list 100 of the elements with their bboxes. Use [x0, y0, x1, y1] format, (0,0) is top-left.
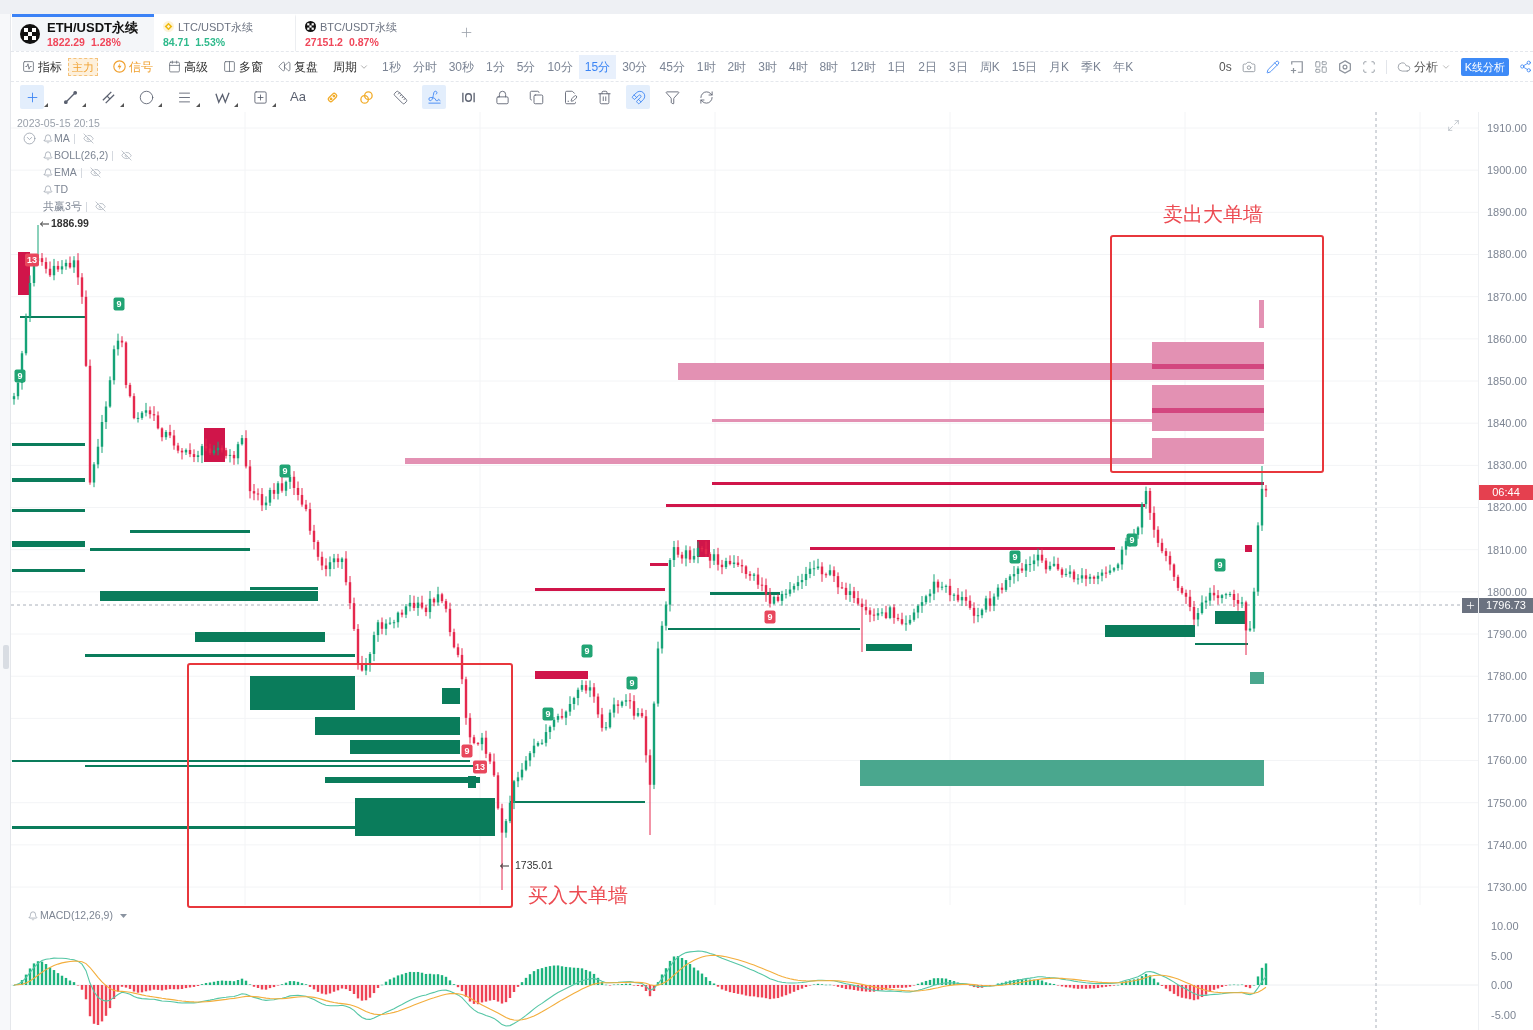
symbol-tab[interactable]: BTC/USDT永续 27151.2 0.87% [297, 14, 438, 51]
eye-off-icon[interactable] [121, 150, 133, 161]
high-price-label: 1886.99 [51, 217, 89, 230]
interval-tab[interactable]: 1日 [881, 54, 913, 79]
symbol-tab[interactable]: LTC/USDT永续 84.71 1.53% [155, 14, 296, 51]
interval-tab[interactable]: 2时 [721, 54, 753, 79]
macd-axis-label: 10.00 [1491, 920, 1520, 932]
indicator-name[interactable]: TD [54, 183, 68, 196]
camera-icon[interactable] [1241, 59, 1256, 74]
price-axis-label: 1830.00 [1487, 459, 1528, 472]
corner-triangle-icon[interactable] [196, 103, 200, 107]
settings-icon[interactable] [1337, 59, 1352, 74]
copy-icon [528, 89, 544, 105]
interval-tab[interactable]: 15日 [1005, 54, 1044, 79]
interval-tab[interactable]: 4时 [782, 54, 814, 79]
price-axis-label: 1890.00 [1487, 206, 1528, 219]
interval-tab[interactable]: 周K [973, 54, 1006, 79]
interval-tab[interactable]: 1秒 [376, 54, 407, 79]
plus-icon [1464, 600, 1476, 611]
interval-tab[interactable]: 1时 [690, 54, 722, 79]
interval-tab[interactable]: 3日 [943, 54, 974, 79]
low-price-label: 1735.01 [515, 859, 553, 872]
collapse-toggle-icon[interactable] [23, 132, 36, 145]
plus-icon [458, 25, 474, 40]
interval-tab[interactable]: 2日 [912, 54, 944, 79]
expand-icon[interactable] [1447, 119, 1460, 132]
toolbar-menu-button[interactable]: 多窗 [223, 57, 263, 76]
eye-off-icon[interactable] [82, 133, 94, 144]
lock-icon [494, 89, 510, 105]
indicator-name[interactable]: MA [54, 132, 70, 145]
change-percent-text: 0.87% [348, 35, 379, 49]
price-axis-label: 1750.00 [1487, 796, 1528, 809]
bell-icon[interactable] [43, 133, 53, 144]
filter-icon [664, 89, 680, 105]
interval-tab[interactable]: 1分 [480, 54, 511, 79]
symbol-tab[interactable]: ETH/USDT永续 1822.29 1.28% [12, 14, 154, 51]
bolt-circle-icon [113, 60, 126, 73]
trash-icon [596, 89, 612, 105]
bell-icon[interactable] [43, 150, 53, 161]
interval-tab[interactable]: 8时 [813, 54, 845, 79]
td-count-tag: 9 [14, 369, 26, 383]
toolbar-menu-button[interactable]: 指标 [22, 57, 62, 76]
change-percent-text: 1.28% [90, 35, 121, 49]
indicator-name[interactable]: BOLL(26,2) [54, 149, 109, 162]
checkered-disc-icon [305, 21, 316, 32]
toolbar-menu-button[interactable]: 复盘 [278, 57, 318, 76]
toolbar-menu-button[interactable]: 高级 [168, 57, 208, 76]
indicator-name[interactable]: 共赢3号 [43, 200, 82, 213]
share-icon[interactable] [1519, 60, 1532, 73]
corner-triangle-icon[interactable] [158, 103, 162, 107]
fullscreen-icon[interactable] [1361, 59, 1376, 74]
analysis-dropdown[interactable]: 分析 [1396, 57, 1451, 76]
price-axis-label: 1820.00 [1487, 501, 1528, 514]
interval-tab[interactable]: 12时 [844, 54, 882, 79]
interval-tab[interactable]: 30秒 [442, 54, 481, 79]
interval-tab[interactable]: 3时 [752, 54, 783, 79]
arrow-left-icon [40, 220, 49, 227]
interval-tab[interactable]: 15分 [578, 54, 617, 79]
eye-off-icon[interactable] [94, 201, 106, 212]
linked-rings-icon [358, 89, 374, 105]
countdown-text: 0s [1218, 58, 1232, 76]
interval-tab[interactable]: 年K [1107, 54, 1140, 79]
interval-tab[interactable]: 30分 [616, 54, 654, 79]
parallel-lines-icon [100, 89, 116, 105]
period-dropdown[interactable]: 周期 [333, 57, 369, 76]
price-axis-label: 1910.00 [1487, 122, 1528, 134]
bell-icon[interactable] [43, 167, 53, 178]
price-axis-label: 1780.00 [1487, 670, 1528, 683]
magnet-icon [630, 89, 646, 105]
interval-tab[interactable]: 季K [1075, 54, 1108, 79]
interval-tab[interactable]: 分时 [406, 54, 443, 79]
corner-triangle-icon[interactable] [272, 103, 276, 107]
interval-tab[interactable]: 5分 [510, 54, 542, 79]
kline-analysis-button[interactable]: K线分析 [1460, 57, 1509, 76]
crosshair-icon [24, 89, 40, 105]
macd-axis-label: -5.00 [1491, 1008, 1518, 1021]
corner-triangle-icon[interactable] [82, 103, 86, 107]
rewind-icon [278, 60, 291, 73]
annotation-label: 卖出大单墙 [1163, 202, 1263, 226]
td-count-tag: 9 [1214, 558, 1226, 572]
bell-icon[interactable] [43, 184, 53, 195]
layout-grid-icon[interactable] [1313, 59, 1328, 74]
toolbar-menu-button[interactable]: 信号 [113, 57, 153, 76]
side-collapse-handle[interactable] [3, 645, 9, 669]
add-tab-button[interactable] [458, 24, 474, 41]
interval-tab[interactable]: 10分 [541, 54, 579, 79]
corner-triangle-icon[interactable] [120, 103, 124, 107]
indicator-name[interactable]: EMA [54, 166, 77, 179]
diamond-logo-icon [163, 21, 174, 32]
eye-off-icon[interactable] [89, 167, 101, 178]
crosshair-plus-button[interactable] [1462, 598, 1478, 613]
price-axis-label: 1790.00 [1487, 627, 1528, 640]
interval-tab[interactable]: 45分 [653, 54, 691, 79]
checkered-disc-icon [20, 24, 40, 44]
corner-triangle-icon[interactable] [44, 103, 48, 107]
interval-tab[interactable]: 月K [1043, 54, 1076, 79]
pencil-icon[interactable] [1265, 59, 1280, 74]
corner-triangle-icon[interactable] [234, 103, 238, 107]
frame-plus-icon[interactable] [1289, 59, 1304, 74]
file-pen-icon [562, 89, 578, 105]
